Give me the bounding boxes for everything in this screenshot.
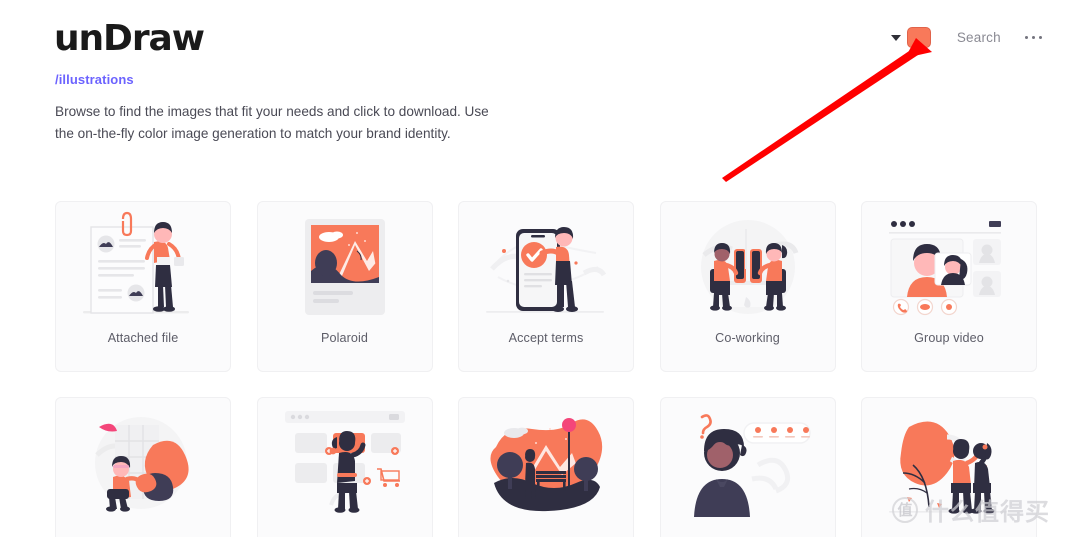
card-caption: Accept terms: [508, 331, 584, 345]
illustration-card[interactable]: [458, 397, 634, 537]
search-button[interactable]: Search: [957, 30, 1001, 45]
online-store-illustration: [258, 398, 432, 528]
illustration-card[interactable]: [659, 397, 836, 537]
illustration-card[interactable]: [256, 397, 433, 537]
couple-tree-illustration: [862, 398, 1036, 528]
ellipsis-icon[interactable]: [1024, 35, 1042, 40]
card-caption: Polaroid: [320, 331, 368, 345]
illustration-card[interactable]: [55, 397, 231, 537]
card-caption: Attached file: [107, 331, 179, 345]
chevron-down-icon[interactable]: [890, 34, 901, 41]
dot: [1038, 35, 1042, 40]
park-bench-illustration: [459, 398, 633, 528]
card-caption: Group video: [914, 331, 984, 345]
undraw-illustrations-page: unDraw Search /illustrations Browse to f…: [0, 0, 1080, 537]
page-description: Browse to find the images that fit your …: [55, 104, 489, 141]
illustration-card[interactable]: Attached file: [55, 201, 231, 372]
window-shopping-illustration: [56, 398, 230, 528]
accept-terms-illustration: [459, 202, 633, 332]
card-caption: Co-working: [715, 331, 780, 345]
illustration-grid: Attached file Polaroid Accept terms Co-w…: [55, 201, 1037, 537]
feedback-rating-illustration: [661, 398, 835, 528]
dot: [1024, 35, 1029, 40]
illustration-card[interactable]: Polaroid: [256, 201, 433, 372]
dot: [1031, 35, 1036, 40]
breadcrumb[interactable]: /illustrations: [55, 72, 134, 87]
group-video-illustration: [862, 202, 1036, 332]
illustration-card[interactable]: Accept terms: [458, 201, 634, 372]
site-header: unDraw Search: [0, 0, 1080, 70]
color-swatch[interactable]: [906, 27, 931, 48]
header-actions: Search: [890, 27, 1042, 48]
illustration-card[interactable]: [861, 397, 1037, 537]
attached-file-illustration: [56, 202, 230, 332]
color-picker[interactable]: [890, 27, 931, 48]
illustration-card[interactable]: Co-working: [659, 201, 836, 372]
co-working-illustration: [661, 202, 835, 332]
site-logo[interactable]: unDraw: [54, 18, 205, 59]
illustration-card[interactable]: Group video: [861, 201, 1037, 372]
polaroid-illustration: [258, 202, 432, 332]
